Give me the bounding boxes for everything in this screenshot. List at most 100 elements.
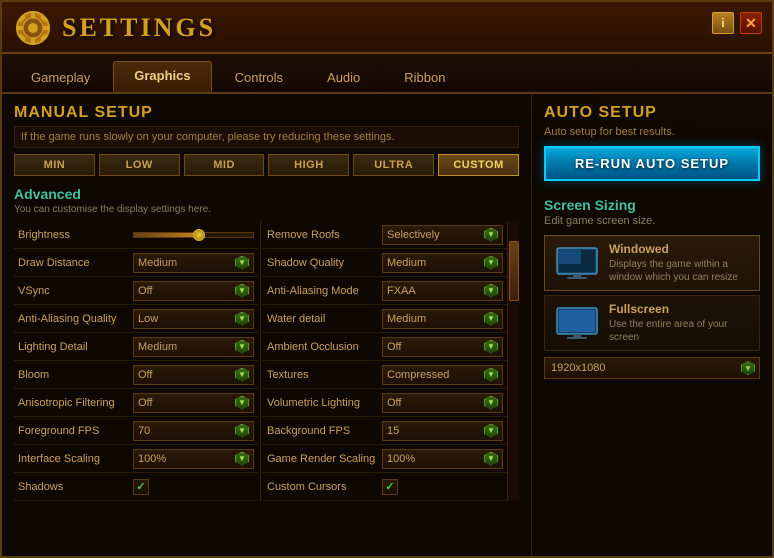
tab-audio[interactable]: Audio <box>306 63 381 92</box>
bloom-label: Bloom <box>18 369 133 381</box>
manual-setup-section: MANUAL SETUP If the game runs slowly on … <box>14 104 519 176</box>
advanced-description: You can customise the display settings h… <box>14 204 519 215</box>
title-bar: SETTINGS i ✕ <box>2 2 772 54</box>
preset-buttons: MIN LOW MID HIGH ULTRA CUSTOM <box>14 154 519 176</box>
aa-mode-dropdown[interactable]: FXAA ▼ <box>382 281 503 301</box>
custom-cursors-control <box>382 479 503 495</box>
info-button[interactable]: i <box>712 12 734 34</box>
scroll-thumb[interactable] <box>509 241 519 301</box>
water-detail-dropdown[interactable]: Medium ▼ <box>382 309 503 329</box>
aa-quality-label: Anti-Aliasing Quality <box>18 313 133 325</box>
bg-fps-dropdown[interactable]: 15 ▼ <box>382 421 503 441</box>
ao-dropdown[interactable]: Off ▼ <box>382 337 503 357</box>
textures-value: Compressed <box>387 369 449 381</box>
remove-roofs-row: Remove Roofs Selectively ▼ <box>263 221 507 249</box>
preset-high-button[interactable]: HIGH <box>268 154 349 176</box>
fullscreen-info: Fullscreen Use the entire area of your s… <box>609 302 751 344</box>
fullscreen-description: Use the entire area of your screen <box>609 318 751 344</box>
scrollbar[interactable] <box>507 221 519 501</box>
bloom-dropdown[interactable]: Off ▼ <box>133 365 254 385</box>
settings-window: SETTINGS i ✕ Gameplay Graphics Controls … <box>0 0 774 558</box>
render-scaling-arrow: ▼ <box>484 452 498 466</box>
draw-distance-dropdown[interactable]: Medium ▼ <box>133 253 254 273</box>
tab-graphics[interactable]: Graphics <box>113 61 211 92</box>
brightness-track[interactable] <box>133 232 254 238</box>
remove-roofs-value: Selectively <box>387 229 440 241</box>
textures-label: Textures <box>267 369 382 381</box>
textures-dropdown[interactable]: Compressed ▼ <box>382 365 503 385</box>
manual-setup-header: MANUAL SETUP <box>14 104 519 122</box>
preset-custom-button[interactable]: CUSTOM <box>438 154 519 176</box>
settings-col-left: Brightness <box>14 221 258 501</box>
windowed-icon <box>553 245 601 281</box>
aa-quality-dropdown[interactable]: Low ▼ <box>133 309 254 329</box>
textures-row: Textures Compressed ▼ <box>263 361 507 389</box>
bloom-row: Bloom Off ▼ <box>14 361 258 389</box>
preset-low-button[interactable]: LOW <box>99 154 180 176</box>
preset-mid-button[interactable]: MID <box>184 154 265 176</box>
vsync-control: Off ▼ <box>133 281 254 301</box>
windowed-option[interactable]: Windowed Displays the game within a wind… <box>544 235 760 291</box>
fullscreen-option[interactable]: Fullscreen Use the entire area of your s… <box>544 295 760 351</box>
interface-scaling-dropdown[interactable]: 100% ▼ <box>133 449 254 469</box>
rerun-auto-setup-button[interactable]: RE-RUN AUTO SETUP <box>544 146 760 181</box>
fullscreen-label: Fullscreen <box>609 302 751 316</box>
tab-ribbon[interactable]: Ribbon <box>383 63 466 92</box>
fg-fps-label: Foreground FPS <box>18 425 133 437</box>
lighting-detail-dropdown[interactable]: Medium ▼ <box>133 337 254 357</box>
windowed-info: Windowed Displays the game within a wind… <box>609 242 751 284</box>
fg-fps-dropdown[interactable]: 70 ▼ <box>133 421 254 441</box>
windowed-monitor-svg <box>555 246 599 280</box>
settings-area: Brightness <box>14 221 507 501</box>
lighting-detail-value: Medium <box>138 341 177 353</box>
remove-roofs-label: Remove Roofs <box>267 229 382 241</box>
draw-distance-arrow: ▼ <box>235 256 249 270</box>
water-detail-control: Medium ▼ <box>382 309 503 329</box>
lighting-detail-control: Medium ▼ <box>133 337 254 357</box>
windowed-description: Displays the game within a window which … <box>609 258 751 284</box>
screen-sizing-section: Screen Sizing Edit game screen size. <box>544 197 760 379</box>
water-detail-row: Water detail Medium ▼ <box>263 305 507 333</box>
bloom-control: Off ▼ <box>133 365 254 385</box>
screen-sizing-description: Edit game screen size. <box>544 215 760 227</box>
window-title: SETTINGS <box>62 13 216 43</box>
preset-ultra-button[interactable]: ULTRA <box>353 154 434 176</box>
vsync-arrow: ▼ <box>235 284 249 298</box>
aniso-dropdown[interactable]: Off ▼ <box>133 393 254 413</box>
remove-roofs-dropdown[interactable]: Selectively ▼ <box>382 225 503 245</box>
lighting-detail-label: Lighting Detail <box>18 341 133 353</box>
volumetric-lighting-dropdown[interactable]: Off ▼ <box>382 393 503 413</box>
preset-min-button[interactable]: MIN <box>14 154 95 176</box>
render-scaling-dropdown[interactable]: 100% ▼ <box>382 449 503 469</box>
bloom-value: Off <box>138 369 152 381</box>
aa-quality-value: Low <box>138 313 158 325</box>
brightness-thumb[interactable] <box>193 229 205 241</box>
advanced-header: Advanced <box>14 186 519 202</box>
resolution-dropdown[interactable]: 1920x1080 ▼ <box>544 357 760 379</box>
bg-fps-label: Background FPS <box>267 425 382 437</box>
shadow-quality-dropdown[interactable]: Medium ▼ <box>382 253 503 273</box>
bg-fps-arrow: ▼ <box>484 424 498 438</box>
shadows-checkbox[interactable] <box>133 479 149 495</box>
bloom-arrow: ▼ <box>235 368 249 382</box>
aa-mode-arrow: ▼ <box>484 284 498 298</box>
custom-cursors-checkbox[interactable] <box>382 479 398 495</box>
fg-fps-value: 70 <box>138 425 150 437</box>
aa-quality-control: Low ▼ <box>133 309 254 329</box>
shadow-quality-arrow: ▼ <box>484 256 498 270</box>
volumetric-lighting-arrow: ▼ <box>484 396 498 410</box>
aniso-arrow: ▼ <box>235 396 249 410</box>
tab-gameplay[interactable]: Gameplay <box>10 63 111 92</box>
close-button[interactable]: ✕ <box>740 12 762 34</box>
vsync-dropdown[interactable]: Off ▼ <box>133 281 254 301</box>
interface-scaling-label: Interface Scaling <box>18 453 133 465</box>
custom-cursors-label: Custom Cursors <box>267 481 382 493</box>
brightness-slider-container <box>133 232 254 238</box>
ao-label: Ambient Occlusion <box>267 341 382 353</box>
textures-control: Compressed ▼ <box>382 365 503 385</box>
aa-mode-row: Anti-Aliasing Mode FXAA ▼ <box>263 277 507 305</box>
vsync-value: Off <box>138 285 152 297</box>
ao-arrow: ▼ <box>484 340 498 354</box>
draw-distance-value: Medium <box>138 257 177 269</box>
tab-controls[interactable]: Controls <box>214 63 304 92</box>
